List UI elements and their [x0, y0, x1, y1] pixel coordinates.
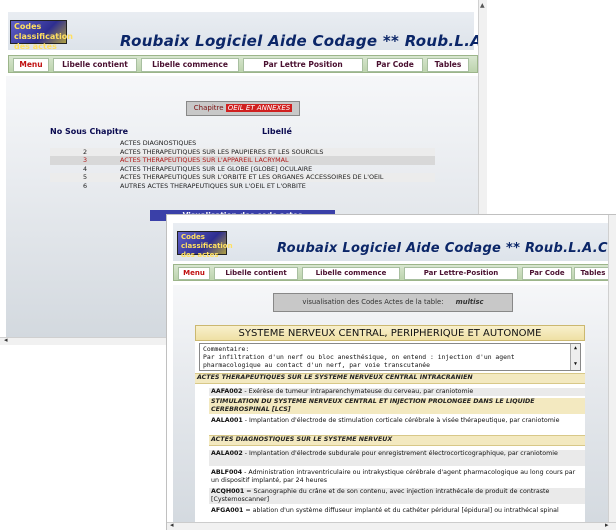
lettre-position-button[interactable]: Par Lettre-Position [404, 267, 518, 280]
scroll-right-icon[interactable]: ▸ [605, 521, 609, 529]
libelle-contient-button[interactable]: Libelle contient [214, 267, 298, 280]
front-browser-window: Codes classification des actes Roubaix L… [166, 214, 616, 530]
comment-label: Commentaire: [203, 345, 250, 353]
sous-chapitre-list: ACTES DIAGNOSTIQUES 2 ACTES THERAPEUTIQU… [50, 139, 435, 190]
codes-panel: SYSTEME NERVEUX CENTRAL, PERIPHERIQUE ET… [195, 325, 585, 530]
libelle-commence-button[interactable]: Libelle commence [141, 58, 239, 72]
act-code: AALA001 [211, 417, 243, 424]
scroll-up-icon[interactable]: ▲ [480, 2, 485, 9]
nav-bar: Menu Libelle contient Libelle commence P… [173, 264, 616, 281]
act-label: - Exérèse de tumeur intraparenchymateuse… [242, 388, 474, 395]
comment-textarea[interactable]: Commentaire: Par infiltration d'un nerf … [199, 343, 581, 371]
act-label: = Scanographie du crâne et de son conten… [211, 488, 550, 503]
app-logo[interactable]: Codes classification des actes [177, 231, 233, 259]
app-logo[interactable]: Codes classification des actes [10, 20, 73, 51]
chapitre-value: OEIL ET ANNEXES [225, 104, 293, 112]
tables-button[interactable]: Tables [427, 58, 469, 72]
tables-button[interactable]: Tables [574, 267, 612, 280]
acts-list: ACTES THERAPEUTIQUES SUR LE SYSTEME NERV… [195, 373, 585, 523]
table-value: multisc [455, 298, 484, 306]
section-header: ACTES THERAPEUTIQUES SUR LE SYSTEME NERV… [195, 373, 585, 384]
lettre-position-button[interactable]: Par Lettre Position [243, 58, 363, 72]
act-label: - Implantation d'électrode subdurale pou… [242, 450, 558, 457]
row-label: ACTES DIAGNOSTIQUES [120, 139, 197, 147]
list-item[interactable]: 5 ACTES THERAPEUTIQUES SUR L'ORBITE ET L… [50, 173, 435, 182]
row-label: ACTES THERAPEUTIQUES SUR LE GLOBE [GLOBE… [120, 164, 313, 173]
libelle-commence-button[interactable]: Libelle commence [302, 267, 400, 280]
row-number: 4 [82, 164, 88, 173]
menu-button[interactable]: Menu [178, 267, 210, 280]
list-item[interactable]: 4 ACTES THERAPEUTIQUES SUR LE GLOBE [GLO… [50, 165, 435, 174]
act-label: - Implantation d'électrode de stimulatio… [242, 417, 560, 424]
par-code-button[interactable]: Par Code [367, 58, 423, 72]
table-label-box: visualisation des Codes Actes de la tabl… [273, 293, 513, 312]
list-item[interactable]: 2 ACTES THERAPEUTIQUES SUR LES PAUPIERES… [50, 147, 435, 156]
chapitre-label-box: Chapitre OEIL ET ANNEXES [186, 101, 300, 116]
system-title: SYSTEME NERVEUX CENTRAL, PERIPHERIQUE ET… [195, 325, 585, 341]
nav-bar: Menu Libelle contient Libelle commence P… [8, 55, 478, 73]
row-number: 2 [82, 147, 88, 156]
row-number: 6 [82, 181, 88, 190]
act-code: ABLF004 [211, 469, 243, 476]
list-item[interactable]: AAFA002 - Exérèse de tumeur intraparench… [209, 388, 585, 396]
row-label: ACTES THERAPEUTIQUES SUR L'ORBITE ET LES… [120, 173, 384, 181]
col-header-no: No Sous Chapitre [50, 127, 129, 136]
list-item[interactable]: 3 ACTES THERAPEUTIQUES SUR L'APPAREIL LA… [50, 156, 435, 165]
scroll-left-icon[interactable]: ◂ [170, 521, 174, 529]
act-code: ACQH001 [211, 488, 245, 495]
act-code: AALA002 [211, 450, 243, 457]
scroll-down-icon[interactable]: ▼ [571, 360, 580, 368]
list-item[interactable]: ABLF004 - Administration intraventricula… [209, 469, 585, 485]
list-item[interactable]: AFGA001 = ablation d'un système diffuseu… [209, 507, 585, 523]
act-code: AAFA002 [211, 388, 243, 395]
row-label: AUTRES ACTES THERAPEUTIQUES SUR L'OEIL E… [120, 181, 306, 190]
list-item[interactable]: AALA002 - Implantation d'électrode subdu… [209, 450, 585, 466]
menu-button[interactable]: Menu [13, 58, 49, 72]
horizontal-scrollbar[interactable]: ◂ [0, 336, 170, 345]
col-header-libelle: Libellé [262, 127, 292, 136]
list-item[interactable]: ACQH001 = Scanographie du crâne et de so… [209, 488, 585, 504]
list-item[interactable]: ACTES DIAGNOSTIQUES [50, 139, 435, 148]
row-label: ACTES THERAPEUTIQUES SUR LES PAUPIERES E… [120, 147, 324, 156]
chapitre-label: Chapitre [193, 104, 224, 112]
scroll-up-icon[interactable]: ▲ [571, 344, 580, 352]
row-label: ACTES THERAPEUTIQUES SUR L'APPAREIL LACR… [120, 156, 289, 164]
libelle-contient-button[interactable]: Libelle contient [53, 58, 137, 72]
list-item[interactable]: 6 AUTRES ACTES THERAPEUTIQUES SUR L'OEIL… [50, 182, 435, 191]
act-label: = ablation d'un système diffuseur implan… [243, 507, 559, 514]
comment-text: Par infiltration d'un nerf ou bloc anest… [203, 353, 515, 369]
row-number: 5 [82, 173, 88, 181]
scroll-left-icon[interactable]: ◂ [4, 336, 8, 344]
act-label: - Administration intraventriculaire ou i… [211, 469, 576, 484]
list-item[interactable]: AALA001 - Implantation d'électrode de st… [209, 417, 585, 433]
subsection-header: STIMULATION DU SYSTEME NERVEUX CENTRAL E… [209, 398, 585, 414]
app-title: Roubaix Logiciel Aide Codage ** Roub.L.A… [277, 241, 616, 256]
table-label: visualisation des Codes Actes de la tabl… [302, 298, 444, 306]
act-code: AFGA001 [211, 507, 244, 514]
vertical-scrollbar[interactable] [608, 215, 616, 522]
app-title: Roubaix Logiciel Aide Codage ** Roub.L.A… [120, 32, 487, 50]
comment-scrollbar[interactable]: ▲ ▼ [570, 344, 580, 370]
row-number: 3 [82, 156, 88, 164]
par-code-button[interactable]: Par Code [522, 267, 572, 280]
section-header: ACTES DIAGNOSTIQUES SUR LE SYSTEME NERVE… [209, 435, 585, 446]
